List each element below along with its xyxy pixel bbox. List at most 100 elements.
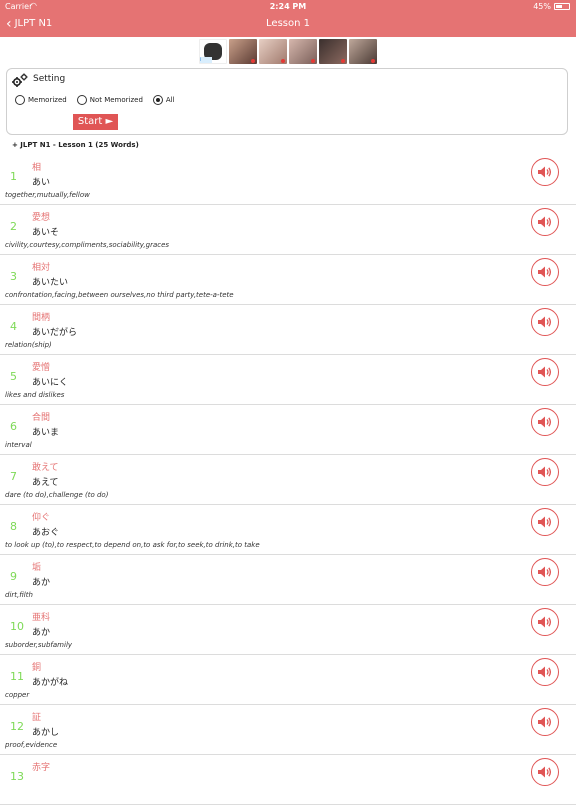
word-kanji: 垢 bbox=[32, 563, 42, 573]
word-row[interactable]: 13 赤字 bbox=[0, 755, 576, 805]
word-reading: あか bbox=[32, 628, 51, 638]
battery-icon bbox=[554, 3, 570, 10]
play-audio-button[interactable] bbox=[531, 258, 559, 286]
word-reading: あか bbox=[32, 578, 51, 588]
word-meaning: proof,evidence bbox=[5, 741, 58, 749]
word-meaning: confrontation,facing,between ourselves,n… bbox=[5, 291, 234, 299]
word-number: 5 bbox=[10, 370, 17, 383]
word-reading: あいそ bbox=[32, 228, 60, 238]
word-meaning: copper bbox=[5, 691, 30, 699]
play-audio-button[interactable] bbox=[531, 308, 559, 336]
word-meaning: suborder,subfamily bbox=[5, 641, 73, 649]
word-row[interactable]: 7 敢えてあえて dare (to do),challenge (to do) bbox=[0, 455, 576, 505]
word-kanji: 赤字 bbox=[32, 763, 51, 773]
radio-memorized[interactable]: Memorized bbox=[15, 95, 67, 105]
play-audio-button[interactable] bbox=[531, 608, 559, 636]
play-audio-button[interactable] bbox=[531, 458, 559, 486]
word-kanji: 愛想 bbox=[32, 213, 51, 223]
word-row[interactable]: 9 垢あか dirt,filth bbox=[0, 555, 576, 605]
play-audio-button[interactable] bbox=[531, 758, 559, 786]
word-number: 13 bbox=[10, 770, 24, 783]
word-reading: あいだがら bbox=[32, 328, 78, 338]
radio-circle-selected[interactable] bbox=[152, 95, 163, 105]
play-audio-button[interactable] bbox=[531, 558, 559, 586]
word-meaning: dare (to do),challenge (to do) bbox=[5, 491, 109, 499]
speaker-icon bbox=[538, 766, 552, 778]
radio-label: All bbox=[165, 96, 175, 104]
word-row[interactable]: 6 合間 あいま interval bbox=[0, 405, 576, 455]
play-audio-button[interactable] bbox=[531, 658, 559, 686]
navigation-bar: ‹ JLPT N1 Lesson 1 bbox=[0, 13, 576, 37]
speaker-icon bbox=[538, 216, 552, 228]
speaker-icon bbox=[538, 166, 552, 178]
word-number: 12 bbox=[10, 720, 24, 733]
word-meaning: relation(ship) bbox=[5, 341, 52, 349]
lesson-header: + JLPT N1 - Lesson 1 (25 Words) bbox=[12, 141, 139, 149]
ad-thumbnail[interactable] bbox=[319, 39, 347, 64]
word-kanji: 愛憎 bbox=[32, 363, 51, 373]
ad-choices-icon[interactable]: i bbox=[200, 57, 212, 63]
word-number: 7 bbox=[10, 470, 17, 483]
word-number: 2 bbox=[10, 220, 17, 233]
word-row[interactable]: 3 相対 あいたい confrontation,facing,between ours… bbox=[0, 255, 576, 305]
radio-circle[interactable] bbox=[15, 95, 25, 105]
word-reading: あかがね bbox=[32, 678, 69, 688]
word-reading: あえて bbox=[32, 478, 59, 488]
word-meaning: together,mutually,fellow bbox=[5, 191, 90, 199]
filter-radio-group: Memorized Not Memorized All bbox=[15, 95, 185, 105]
word-row[interactable]: 11 銅あかがね copper bbox=[0, 655, 576, 705]
word-number: 6 bbox=[10, 420, 17, 433]
play-audio-button[interactable] bbox=[531, 158, 559, 186]
speaker-icon bbox=[538, 266, 552, 278]
battery-indicator: 45% bbox=[533, 2, 570, 11]
word-row[interactable]: 5 愛憎あいにく likes and dislikes bbox=[0, 355, 576, 405]
word-kanji: 亜科 bbox=[32, 613, 51, 623]
radio-not-memorized[interactable]: Not Memorized bbox=[76, 95, 143, 105]
page-title: Lesson 1 bbox=[266, 18, 310, 29]
ad-thumbnail[interactable] bbox=[229, 39, 257, 64]
ad-thumbnail[interactable] bbox=[349, 39, 377, 64]
play-audio-button[interactable] bbox=[531, 708, 559, 736]
play-audio-button[interactable] bbox=[531, 208, 559, 236]
word-kanji: 相対 bbox=[32, 263, 51, 273]
word-meaning: to look up (to),to respect,to depend on,… bbox=[5, 541, 260, 549]
word-kanji: 証 bbox=[32, 713, 42, 723]
status-bar: Carrier ◠ 2:24 PM 45% bbox=[0, 0, 576, 13]
ad-banner[interactable]: i bbox=[199, 39, 379, 64]
word-row[interactable]: 12 証あかし proof,evidence bbox=[0, 705, 576, 755]
word-row[interactable]: 4 間柄 あいだがら relation(ship) bbox=[0, 305, 576, 355]
word-number: 8 bbox=[10, 520, 17, 533]
word-kanji: 相 bbox=[32, 163, 42, 173]
word-kanji: 合間 bbox=[32, 413, 51, 423]
word-meaning: civility,courtesy,compliments,sociabilit… bbox=[5, 241, 170, 249]
clock: 2:24 PM bbox=[269, 2, 307, 11]
word-number: 1 bbox=[10, 170, 17, 183]
speaker-icon bbox=[538, 316, 552, 328]
word-meaning: likes and dislikes bbox=[5, 391, 65, 399]
speaker-icon bbox=[538, 516, 552, 528]
ad-thumbnail[interactable] bbox=[259, 39, 287, 64]
gears-icon bbox=[12, 73, 28, 87]
word-row[interactable]: 1 相あい together,mutually,fellow bbox=[0, 155, 576, 205]
word-row[interactable]: 2 愛想あいそ civility,courtesy,compliments,soci… bbox=[0, 205, 576, 255]
word-reading: あいにく bbox=[32, 378, 68, 388]
word-number: 11 bbox=[10, 670, 24, 683]
ad-app-icon[interactable]: i bbox=[199, 39, 227, 64]
ad-thumbnail[interactable] bbox=[289, 39, 317, 64]
word-kanji: 敢えて bbox=[32, 463, 59, 473]
start-button[interactable]: Start ► bbox=[73, 114, 118, 130]
radio-circle[interactable] bbox=[76, 95, 87, 105]
play-audio-button[interactable] bbox=[531, 408, 559, 436]
setting-panel: Setting Memorized Not Memorized All Star… bbox=[6, 68, 568, 135]
battery-percent: 45% bbox=[533, 2, 551, 11]
speaker-icon bbox=[538, 666, 552, 678]
radio-all[interactable]: All bbox=[152, 95, 175, 105]
word-kanji: 銅 bbox=[32, 663, 42, 673]
word-row[interactable]: 10 亜科 あか suborder,subfamily bbox=[0, 605, 576, 655]
word-row[interactable]: 8 仰ぐ あおぐ to look up (to),to respect,to depe… bbox=[0, 505, 576, 555]
word-kanji: 間柄 bbox=[32, 313, 51, 323]
speaker-icon bbox=[538, 616, 552, 628]
word-number: 3 bbox=[10, 270, 17, 283]
play-audio-button[interactable] bbox=[531, 358, 559, 386]
play-audio-button[interactable] bbox=[531, 508, 559, 536]
